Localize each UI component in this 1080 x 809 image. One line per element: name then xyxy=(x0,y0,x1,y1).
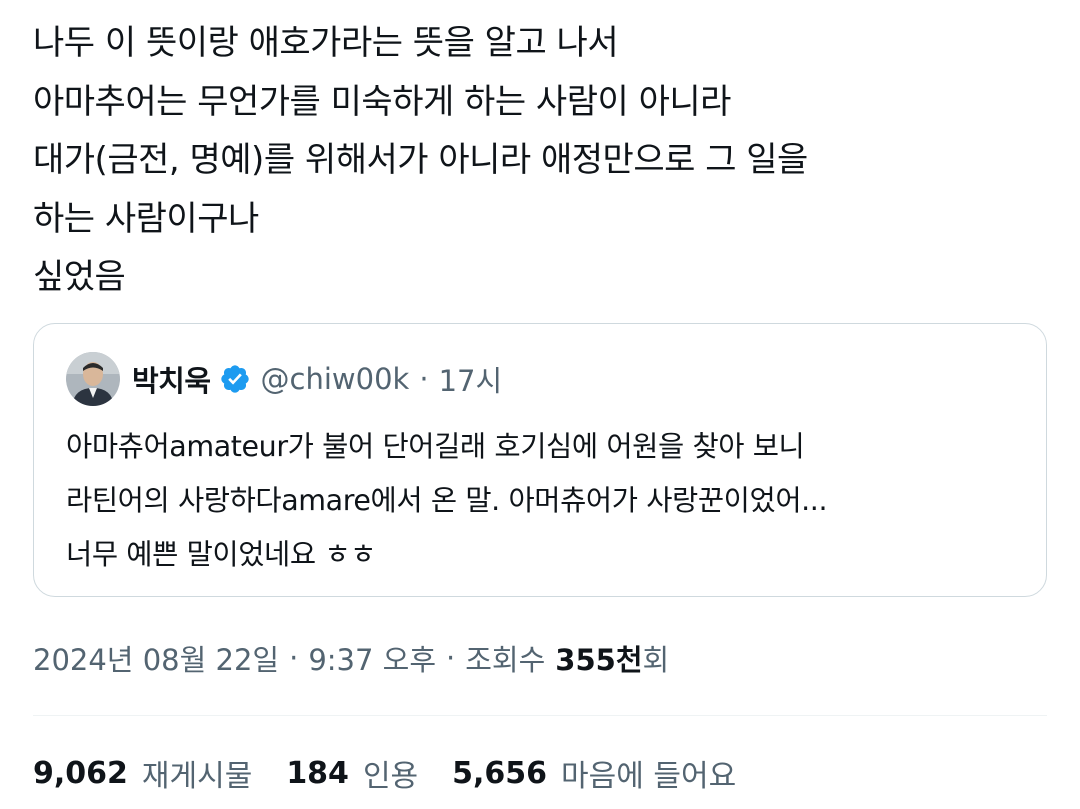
author-avatar[interactable] xyxy=(66,352,120,406)
views-suffix: 회 xyxy=(642,643,670,677)
separator-dot: · xyxy=(446,641,456,675)
quotes-count[interactable]: 184 xyxy=(286,756,349,791)
verified-badge-icon xyxy=(219,363,251,395)
quotes-label[interactable]: 인용 xyxy=(363,751,418,795)
tweet-text: 나두 이 뜻이랑 애호가라는 뜻을 알고 나서 아마추어는 무언가를 미숙하게 … xyxy=(33,23,808,297)
author-name[interactable]: 박치욱 xyxy=(132,358,211,400)
quote-timestamp[interactable]: 17시 xyxy=(439,358,503,400)
author-handle[interactable]: @chiw00k xyxy=(261,362,410,396)
quoted-tweet-text: 아마츄어amateur가 불어 단어길래 호기심에 어원을 찾아 보니 라틴어의… xyxy=(66,430,828,571)
tweet-date[interactable]: 2024년 08월 22일 xyxy=(33,637,279,679)
likes-count[interactable]: 5,656 xyxy=(452,756,547,791)
views-count: 355천 xyxy=(555,643,643,677)
divider xyxy=(33,715,1047,716)
views-label: 조회수 xyxy=(465,643,546,677)
likes-label[interactable]: 마음에 들어요 xyxy=(561,751,736,795)
reposts-label[interactable]: 재게시물 xyxy=(142,751,252,795)
quoted-tweet-card[interactable]: 박치욱 @chiw00k · 17시 아마츄어amateur가 불어 단어길래 … xyxy=(33,323,1047,597)
quoted-tweet-header: 박치욱 @chiw00k · 17시 xyxy=(66,351,502,407)
tweet-meta: 2024년 08월 22일 · 9:37 오후 · 조회수 355천 회 xyxy=(33,630,669,686)
separator-dot: · xyxy=(289,641,299,675)
tweet-time[interactable]: 9:37 오후 xyxy=(308,637,436,679)
separator-dot: · xyxy=(419,362,429,396)
engagement-stats: 9,062 재게시물 184 인용 5,656 마음에 들어요 xyxy=(33,745,770,801)
reposts-count[interactable]: 9,062 xyxy=(33,756,128,791)
